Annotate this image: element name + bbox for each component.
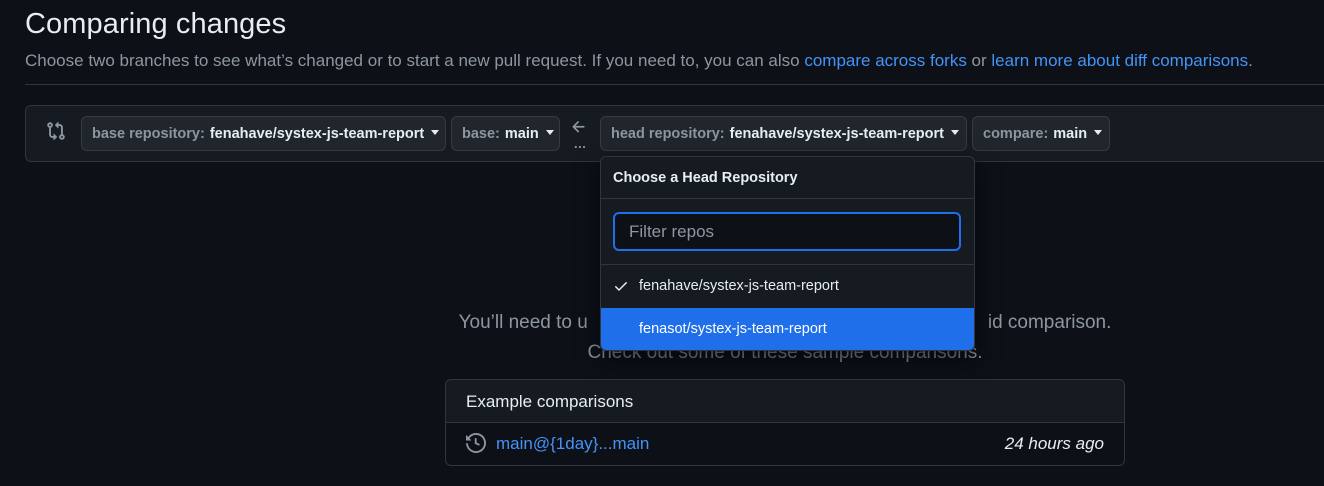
range-dots: ...	[574, 136, 587, 151]
dropdown-item-label: fenahave/systex-js-team-report	[639, 278, 839, 294]
arrow-left-icon	[572, 121, 585, 133]
head-repository-value: fenahave/systex-js-team-report	[729, 125, 944, 142]
page-title: Comparing changes	[25, 8, 287, 40]
compare-branch-value: main	[1053, 125, 1088, 142]
filter-repos-input[interactable]	[613, 212, 961, 251]
base-branch-button[interactable]: base: main	[451, 116, 560, 151]
blankslate-line-1-right: id comparison.	[987, 312, 1112, 333]
caret-down-icon	[1094, 130, 1103, 135]
base-repository-label: base repository:	[92, 125, 205, 142]
subtitle-suffix: .	[1248, 51, 1253, 70]
page-subtitle: Choose two branches to see what’s change…	[25, 51, 1253, 71]
base-branch-label: base:	[462, 125, 500, 142]
blankslate-line-1-left: You’ll need to u	[458, 312, 588, 333]
head-repository-dropdown: Choose a Head Repository fenahave/systex…	[600, 156, 975, 351]
caret-down-icon	[431, 130, 440, 135]
dropdown-item-fenahave[interactable]: fenahave/systex-js-team-report	[601, 265, 974, 308]
subtitle-middle: or	[966, 51, 992, 70]
dropdown-item-label: fenasot/systex-js-team-report	[639, 321, 827, 337]
dropdown-title: Choose a Head Repository	[601, 157, 974, 199]
compare-across-forks-link[interactable]: compare across forks	[804, 51, 967, 70]
base-branch-value: main	[504, 125, 539, 142]
example-comparison-time: 24 hours ago	[1004, 434, 1104, 453]
compare-branch-label: compare:	[983, 125, 1049, 142]
base-repository-value: fenahave/systex-js-team-report	[209, 125, 425, 142]
base-repository-button[interactable]: base repository: fenahave/systex-js-team…	[81, 116, 446, 151]
compare-branch-button[interactable]: compare: main	[972, 116, 1110, 151]
compare-page: Comparing changes Choose two branches to…	[0, 0, 1324, 486]
dropdown-filter-section	[601, 199, 974, 265]
learn-more-link[interactable]: learn more about diff comparisons	[991, 51, 1248, 70]
dropdown-item-fenasot[interactable]: fenasot/systex-js-team-report	[601, 308, 974, 350]
example-comparisons-box: Example comparisons main@{1day}...main 2…	[445, 379, 1125, 466]
history-icon	[466, 433, 486, 453]
git-compare-icon	[47, 121, 65, 141]
subtitle-prefix: Choose two branches to see what’s change…	[25, 51, 805, 70]
list-item: main@{1day}...main 24 hours ago	[446, 423, 1124, 465]
head-repository-label: head repository:	[611, 125, 725, 142]
caret-down-icon	[545, 130, 554, 135]
head-repository-button[interactable]: head repository: fenahave/systex-js-team…	[600, 116, 967, 151]
divider	[25, 84, 1324, 85]
check-icon	[615, 282, 627, 291]
example-comparisons-header: Example comparisons	[446, 380, 1124, 423]
caret-down-icon	[950, 130, 959, 135]
example-comparison-link[interactable]: main@{1day}...main	[496, 434, 649, 454]
